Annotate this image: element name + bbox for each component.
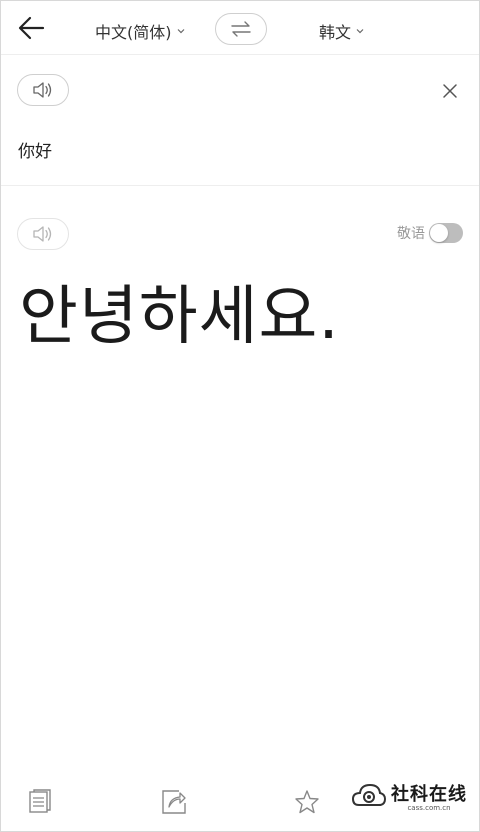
source-language-selector[interactable]: 中文(简体) [95, 19, 186, 43]
cloud-eye-logo-icon [351, 783, 387, 806]
translation-speak-button[interactable] [17, 218, 69, 250]
target-language-label: 韩文 [319, 23, 352, 42]
honorific-toggle[interactable] [429, 223, 463, 243]
translation-panel: 敬语 안녕하세요. [1, 187, 479, 747]
watermark-title: 社科在线 [391, 784, 467, 805]
copy-icon [29, 789, 51, 813]
translation-text: 안녕하세요. [19, 280, 340, 354]
speaker-icon [33, 226, 52, 242]
swap-arrows-icon [231, 21, 251, 37]
favorite-button[interactable] [294, 789, 320, 815]
arrow-left-icon [18, 16, 45, 40]
watermark-subtitle: cass.com.cn [407, 804, 451, 812]
honorific-toggle-group: 敬语 [397, 223, 463, 243]
watermark: 社科在线 cass.com.cn [351, 776, 469, 816]
clear-input-button[interactable] [439, 80, 461, 102]
speaker-icon [33, 82, 52, 98]
top-bar: 中文(简体) 韩文 [1, 1, 479, 55]
close-icon [443, 84, 457, 98]
honorific-label: 敬语 [397, 226, 425, 242]
chevron-down-icon [356, 29, 364, 34]
source-speak-button[interactable] [17, 74, 69, 106]
source-language-label: 中文(简体) [95, 23, 172, 42]
copy-button[interactable] [27, 789, 53, 815]
swap-languages-button[interactable] [215, 13, 267, 45]
back-button[interactable] [15, 13, 49, 43]
chevron-down-icon [177, 29, 184, 34]
source-text[interactable]: 你好 [18, 137, 52, 162]
star-icon [295, 790, 319, 814]
target-language-selector[interactable]: 韩文 [319, 19, 365, 43]
source-panel: 你好 [1, 56, 479, 186]
toggle-knob [430, 224, 448, 242]
share-icon [162, 790, 186, 814]
share-button[interactable] [161, 789, 187, 815]
